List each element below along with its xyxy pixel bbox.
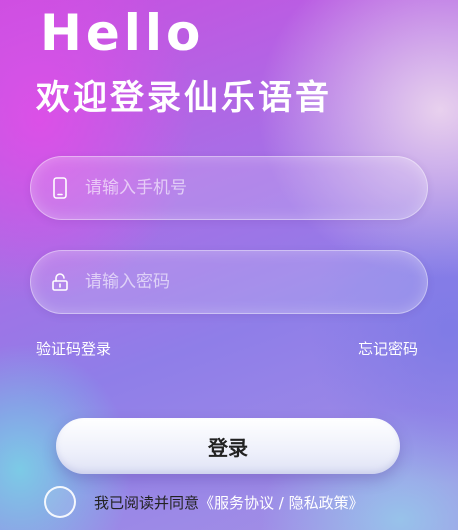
agreement-label: 我已阅读并同意 <box>94 493 200 512</box>
agreement-text: 我已阅读并同意《服务协议 / 隐私政策》 <box>94 492 364 513</box>
agreement-row: 我已阅读并同意《服务协议 / 隐私政策》 <box>44 486 364 518</box>
password-input[interactable] <box>83 271 407 293</box>
lock-icon <box>51 271 69 293</box>
login-button[interactable]: 登录 <box>56 418 400 474</box>
phone-icon <box>51 177 69 199</box>
forgot-password-link[interactable]: 忘记密码 <box>358 338 418 359</box>
phone-field[interactable] <box>30 156 428 220</box>
sms-login-link[interactable]: 验证码登录 <box>36 338 111 359</box>
agree-checkbox[interactable] <box>44 486 76 518</box>
phone-input[interactable] <box>83 177 407 199</box>
welcome-title: 欢迎登录仙乐语音 <box>36 78 332 118</box>
greeting-title: Hello <box>40 4 205 62</box>
password-field[interactable] <box>30 250 428 314</box>
policy-link[interactable]: 《服务协议 / 隐私政策》 <box>199 494 364 512</box>
